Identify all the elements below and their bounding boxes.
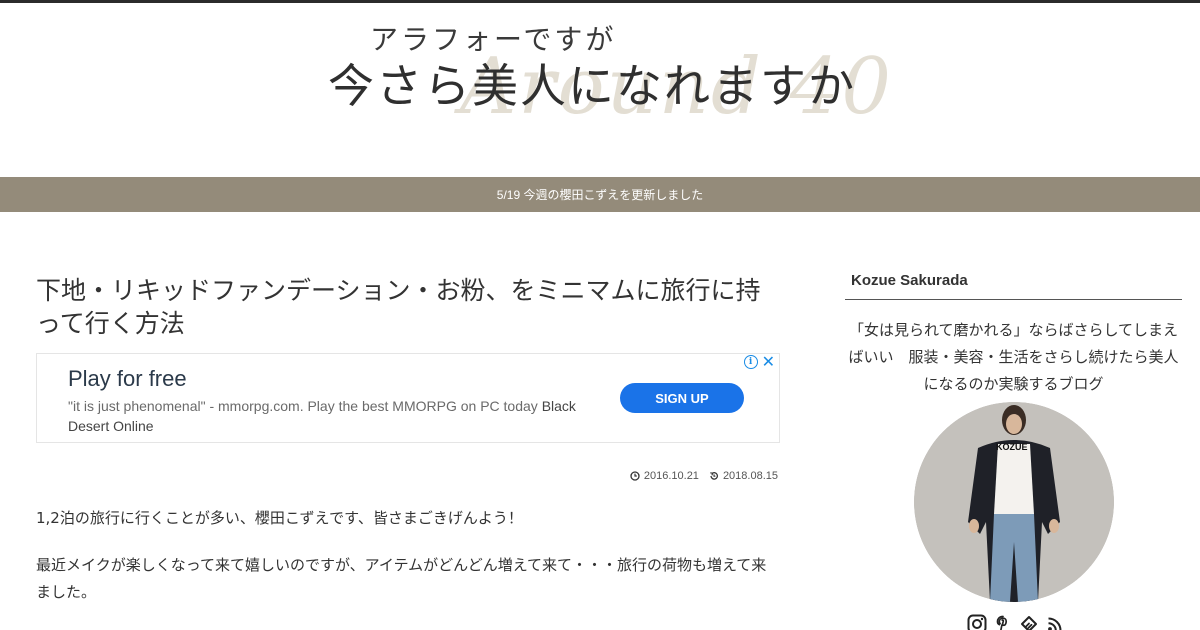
social-links [849, 614, 1182, 630]
ad-description-text: "it is just phenomenal" - mmorpg.com. Pl… [68, 398, 538, 414]
photo-shirt-text: KOZUE [996, 442, 1028, 452]
post-title: 下地・リキッドファンデーション・お粉、をミニマムに旅行に持って行く方法 [36, 276, 761, 338]
logo-title: 今さら美人になれますか [328, 59, 856, 113]
site-logo[interactable]: Around 40 アラフォーですが 今さら美人になれますか [320, 12, 891, 142]
history-icon [710, 472, 718, 480]
post-dates: 2016.10.21 2018.08.15 [630, 470, 778, 482]
post-body: 1,2泊の旅行に行くことが多い、櫻田こずえです、皆さまごきげんよう！ 最近メイク… [36, 505, 781, 626]
rss-icon[interactable] [1045, 614, 1065, 630]
sidebar: Kozue Sakurada 「女は見られて磨かれる」ならばさらしてしまえばいい… [845, 266, 1182, 630]
profile-description: 「女は見られて磨かれる」ならばさらしてしまえばいい 服装・美容・生活をさらし続け… [848, 321, 1179, 393]
instagram-icon[interactable] [967, 614, 987, 630]
ad-headline[interactable]: Play for free [68, 366, 187, 392]
post-paragraph: 最近メイクが楽しくなって来て嬉しいのですが、アイテムがどんどん増えて来て・・・旅… [36, 556, 767, 601]
notice-link[interactable]: 5/19 今週の櫻田こずえを更新しました [497, 186, 703, 203]
ad-signup-button[interactable]: SIGN UP [620, 383, 744, 413]
updated-date-text: 2018.08.15 [722, 470, 778, 482]
ad-banner[interactable]: i ✕ Play for free "it is just phenomenal… [36, 353, 780, 443]
clock-icon [630, 471, 640, 481]
ad-controls: i ✕ [743, 354, 775, 370]
published-date: 2016.10.21 [630, 470, 699, 482]
top-rule [0, 0, 1200, 3]
updated-date: 2018.08.15 [709, 470, 778, 482]
feedly-icon[interactable] [1019, 614, 1039, 630]
close-icon[interactable]: ✕ [762, 354, 775, 370]
published-date-text: 2016.10.21 [643, 470, 699, 482]
post-paragraph: 1,2泊の旅行に行くことが多い、櫻田こずえです、皆さまごきげんよう！ [36, 509, 523, 527]
pinterest-icon[interactable] [993, 614, 1013, 630]
notice-bar: 5/19 今週の櫻田こずえを更新しました [0, 177, 1200, 212]
profile-widget-title: Kozue Sakurada [845, 266, 1182, 300]
profile-photo: KOZUE [913, 402, 1114, 602]
ad-description: "it is just phenomenal" - mmorpg.com. Pl… [68, 396, 578, 436]
info-icon[interactable]: i [743, 355, 758, 369]
